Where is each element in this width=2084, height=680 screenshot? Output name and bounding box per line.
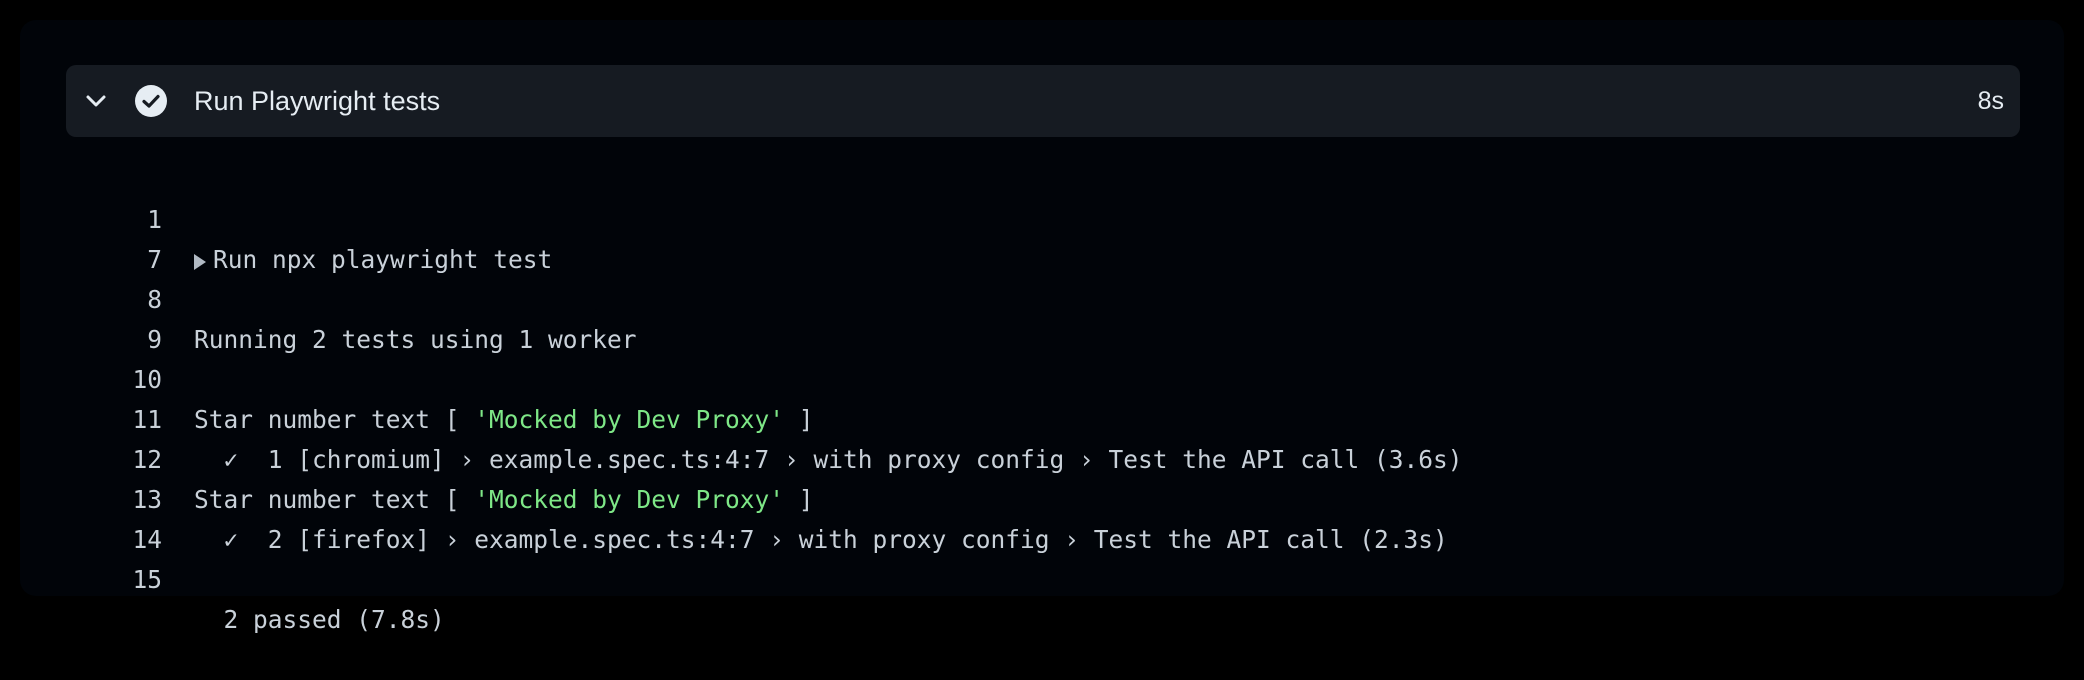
- log-output: 1 Run npx playwright test 7 8 Running 2 …: [20, 160, 2064, 634]
- log-line: 11 ✓ 1 [chromium] › example.spec.ts:4:7 …: [20, 360, 2064, 474]
- log-line: 1 Run npx playwright test: [20, 160, 2064, 274]
- step-title: Run Playwright tests: [194, 86, 441, 116]
- log-line: 13 ✓ 2 [firefox] › example.spec.ts:4:7 ›…: [20, 440, 2064, 554]
- log-line: 10 Star number text [ 'Mocked by Dev Pro…: [20, 320, 2064, 434]
- log-line-text: 2 passed (7.8s): [194, 605, 445, 634]
- log-line: 14: [20, 480, 2064, 554]
- line-number[interactable]: 15: [80, 560, 162, 600]
- chevron-down-icon[interactable]: [82, 87, 110, 115]
- job-log-panel: Run Playwright tests 8s 1 Run npx playwr…: [20, 20, 2064, 634]
- step-header[interactable]: Run Playwright tests 8s: [66, 65, 2020, 137]
- log-line: 9: [20, 280, 2064, 354]
- log-line: 15 2 passed (7.8s): [20, 520, 2064, 634]
- check-circle-icon: [135, 85, 167, 117]
- log-line: 7: [20, 200, 2064, 274]
- log-line: 12 Star number text [ 'Mocked by Dev Pro…: [20, 400, 2064, 514]
- log-line: 8 Running 2 tests using 1 worker: [20, 240, 2064, 354]
- step-duration: 8s: [1977, 87, 2004, 115]
